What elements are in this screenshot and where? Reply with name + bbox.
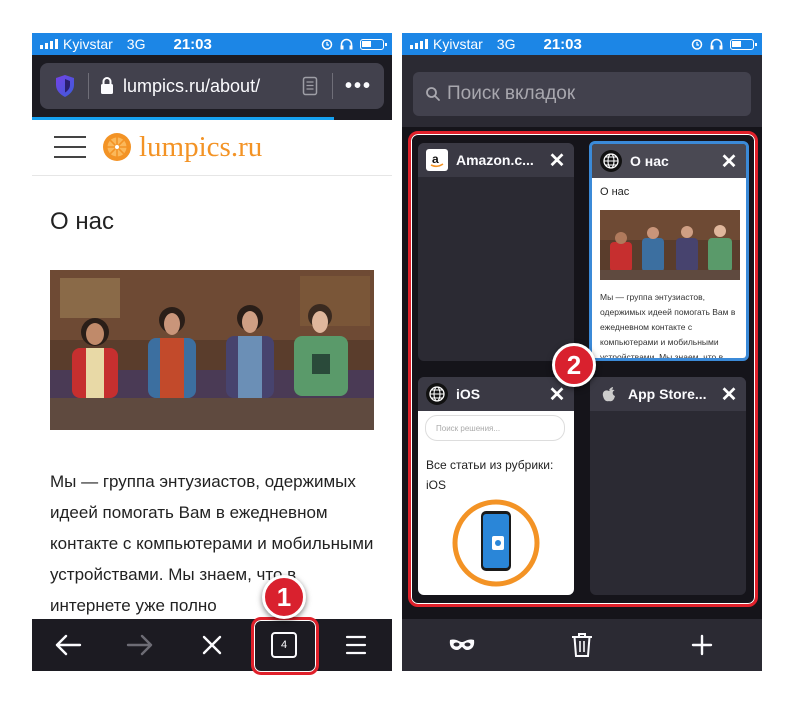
menu-button[interactable]	[338, 627, 374, 663]
tab-search-area: Поиск вкладок	[402, 55, 762, 127]
url-divider	[331, 73, 333, 99]
private-browsing-button[interactable]	[444, 627, 480, 663]
alarm-icon	[321, 39, 333, 50]
page-body-text: Мы — группа энтузиастов, одержимых идеей…	[50, 472, 374, 615]
clock: 21:03	[173, 35, 212, 53]
bottom-toolbar: 4	[32, 619, 392, 671]
trash-icon	[572, 633, 592, 657]
url-bar[interactable]: lumpics.ru/about/ •••	[40, 63, 384, 109]
back-button[interactable]	[50, 627, 86, 663]
url-text[interactable]: lumpics.ru/about/	[123, 76, 302, 97]
callout-number-2: 2	[552, 343, 596, 387]
url-divider	[88, 73, 89, 99]
status-bar: Kyivstar 3G 21:03	[402, 33, 762, 55]
web-content: lumpics.ru О нас Мы — группа энтузиастов…	[32, 120, 392, 619]
carrier-name: Kyivstar	[433, 36, 483, 52]
orange-logo-icon[interactable]	[102, 132, 132, 162]
browser-phone-left: Kyivstar 3G 21:03 lumpics.ru/about/ ••• …	[32, 33, 392, 671]
alarm-icon	[691, 39, 703, 50]
back-arrow-icon	[55, 634, 82, 656]
site-header: lumpics.ru	[32, 120, 392, 176]
signal-icon	[40, 39, 58, 49]
reader-mode-icon[interactable]	[302, 76, 318, 96]
team-photo	[50, 270, 374, 430]
network-type: 3G	[126, 36, 146, 52]
tab-search-placeholder: Поиск вкладок	[447, 83, 576, 104]
site-name[interactable]: lumpics.ru	[139, 131, 262, 164]
close-icon	[202, 635, 222, 655]
page-actions-menu-icon[interactable]: •••	[345, 75, 372, 98]
url-bar-area: lumpics.ru/about/ •••	[32, 55, 392, 117]
headphones-icon	[710, 38, 723, 50]
close-all-tabs-button[interactable]	[564, 627, 600, 663]
status-bar: Kyivstar 3G 21:03	[32, 33, 392, 55]
forward-arrow-icon	[126, 634, 153, 656]
site-menu-icon[interactable]	[54, 136, 86, 160]
lock-icon	[101, 77, 113, 94]
carrier-name: Kyivstar	[63, 36, 113, 52]
menu-icon	[345, 635, 367, 655]
battery-icon	[360, 38, 387, 50]
callout-number-1: 1	[262, 575, 306, 619]
page-title: О нас	[50, 208, 114, 235]
search-icon	[426, 87, 440, 101]
tracking-protection-shield-icon[interactable]	[54, 74, 76, 98]
tab-tray-toolbar	[402, 619, 762, 671]
clock: 21:03	[543, 35, 582, 53]
forward-button[interactable]	[122, 627, 158, 663]
battery-icon	[730, 38, 757, 50]
new-tab-button[interactable]	[684, 627, 720, 663]
network-type: 3G	[496, 36, 516, 52]
tab-search-input[interactable]: Поиск вкладок	[413, 72, 751, 116]
private-mask-icon	[449, 639, 475, 650]
signal-icon	[410, 39, 428, 49]
stop-loading-button[interactable]	[194, 627, 230, 663]
headphones-icon	[340, 38, 353, 50]
plus-icon	[691, 634, 713, 656]
callout-highlight-tabs-button	[251, 617, 319, 675]
